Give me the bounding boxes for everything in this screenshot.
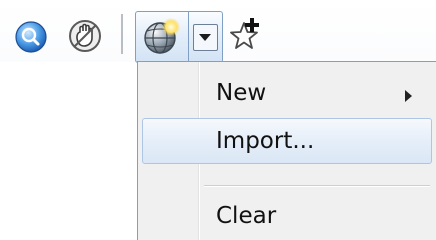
search-icon[interactable] — [14, 20, 48, 54]
menu-item-import[interactable]: Import... — [142, 118, 432, 164]
menu-item-label: New — [216, 80, 267, 106]
menu-item-label: Clear — [216, 203, 277, 229]
menu-item-clear[interactable]: Clear — [142, 195, 432, 239]
globe-dropdown-menu: New Import... Clear — [137, 61, 436, 240]
globe-dropdown-button[interactable] — [189, 12, 222, 62]
menu-separator — [204, 185, 430, 187]
toolbar — [0, 0, 436, 63]
menu-item-label: Import... — [216, 128, 315, 154]
pan-hand-icon[interactable] — [66, 18, 104, 54]
toolbar-separator — [121, 14, 123, 54]
menu-item-new[interactable]: New — [142, 72, 432, 116]
chevron-down-icon — [199, 34, 211, 41]
add-favorite-star-icon[interactable] — [226, 15, 266, 55]
app-window: New Import... Clear — [0, 0, 436, 240]
globe-button[interactable] — [136, 12, 188, 62]
submenu-arrow-icon — [405, 90, 412, 102]
globe-split-button[interactable] — [135, 11, 223, 63]
